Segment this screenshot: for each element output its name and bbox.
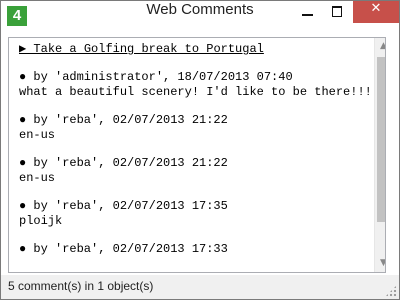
comment-body: en-us bbox=[19, 128, 56, 142]
maximize-button[interactable] bbox=[323, 1, 353, 23]
scroll-thumb[interactable] bbox=[377, 57, 385, 222]
scroll-up-arrow-icon[interactable]: ▲ bbox=[375, 38, 385, 55]
resize-grip-icon[interactable] bbox=[385, 285, 397, 297]
title-bar[interactable]: 4 Web Comments ✕ bbox=[1, 1, 399, 32]
comment-header: ● by 'reba', 02/07/2013 21:22 bbox=[19, 156, 228, 170]
comments-panel[interactable]: ▶ Take a Golfing break to Portugal ● by … bbox=[8, 37, 386, 273]
comments-text: ▶ Take a Golfing break to Portugal ● by … bbox=[19, 42, 372, 257]
comment-body: en-us bbox=[19, 171, 56, 185]
comment-header: ● by 'reba', 02/07/2013 17:33 bbox=[19, 242, 228, 256]
web-comments-window: 4 Web Comments ✕ ▶ Take a Golfing break … bbox=[0, 0, 400, 300]
close-button[interactable]: ✕ bbox=[353, 1, 399, 23]
vertical-scrollbar[interactable]: ▲ ▼ bbox=[374, 38, 385, 272]
status-text: 5 comment(s) in 1 object(s) bbox=[8, 279, 154, 293]
comment-body: ploijk bbox=[19, 214, 63, 228]
status-bar: 5 comment(s) in 1 object(s) bbox=[1, 275, 399, 299]
scroll-down-arrow-icon[interactable]: ▼ bbox=[375, 255, 385, 272]
comment-body: what a beautiful scenery! I'd like to be… bbox=[19, 85, 372, 99]
comment-header: ● by 'reba', 02/07/2013 21:22 bbox=[19, 113, 228, 127]
comment-header: ● by 'reba', 02/07/2013 17:35 bbox=[19, 199, 228, 213]
minimize-button[interactable] bbox=[293, 1, 323, 23]
comment-header: ● by 'administrator', 18/07/2013 07:40 bbox=[19, 70, 293, 84]
object-subject[interactable]: ▶ Take a Golfing break to Portugal bbox=[19, 42, 369, 57]
